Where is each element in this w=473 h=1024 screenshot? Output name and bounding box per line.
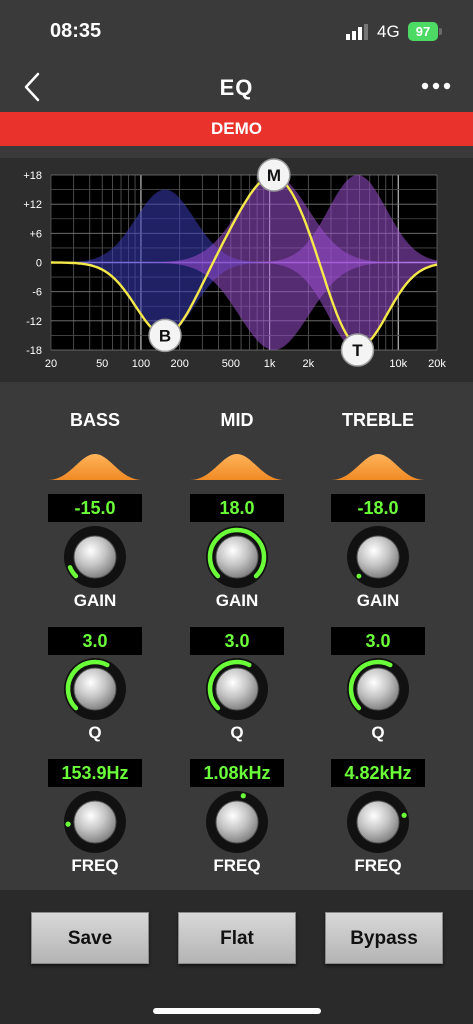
freq-label: FREQ [213, 856, 261, 875]
freq-label: FREQ [71, 856, 119, 875]
x-tick-label: 10k [389, 358, 407, 370]
band-shape-icon[interactable] [190, 450, 284, 482]
signal-icon [346, 24, 368, 40]
more-options-icon[interactable] [418, 74, 454, 98]
page-title: EQ [219, 75, 254, 100]
q-knob[interactable] [346, 657, 410, 721]
x-tick-label: 50 [96, 358, 108, 370]
eq-graph-canvas[interactable]: +18 +12 +6 0 -6 -12 -1820 50 100 200 500 1k 2k 10k 20k… [0, 158, 473, 382]
y-tick-label: +12 [23, 199, 42, 211]
battery-tip [439, 28, 442, 35]
band-node-label: M [267, 166, 281, 185]
y-tick-label: 0 [36, 258, 42, 270]
nav-bar: EQ [0, 62, 473, 112]
band-node-m[interactable]: M [257, 158, 291, 192]
x-tick-label: 200 [170, 358, 188, 370]
battery-level: 97 [415, 24, 431, 39]
status-time: 08:35 [50, 20, 102, 42]
gain-label: GAIN [215, 591, 259, 610]
band-node-t[interactable]: T [340, 333, 375, 367]
demo-banner: DEMO [0, 112, 473, 146]
band-column-mid: MID 18.0 GAIN 3.0 Q 1.08kHz FREQ [162, 392, 312, 890]
x-tick-label: 20k [428, 358, 446, 370]
band-column-treble: TREBLE -18.0 GAIN 3.0 Q 4.82kHz FREQ [303, 392, 453, 890]
knob-position-dot [401, 812, 407, 818]
band-controls: BASS -15.0 GAIN 3.0 Q 153.9Hz FREQ MID 18.0 GAIN 3… [0, 392, 473, 890]
band-node-label: B [159, 326, 171, 345]
knob-position-dot [65, 821, 71, 827]
save-button[interactable]: Save [31, 912, 149, 964]
q-value: 3.0 [48, 627, 142, 655]
gain-knob[interactable] [205, 525, 269, 589]
knob-position-dot [240, 793, 246, 799]
flat-button[interactable]: Flat [178, 912, 296, 964]
band-name: MID [220, 410, 254, 430]
q-knob[interactable] [63, 657, 127, 721]
band-name: BASS [69, 410, 120, 430]
band-node-b[interactable]: B [148, 318, 182, 353]
y-tick-label: +18 [23, 170, 42, 182]
eq-graph[interactable]: +18 +12 +6 0 -6 -12 -18 20 50 100 200 500 1k 2k 10k 20k… [0, 158, 473, 382]
x-tick-label: 20 [45, 358, 57, 370]
x-tick-label: 2k [303, 358, 315, 370]
gain-value: -18.0 [331, 494, 425, 522]
freq-knob[interactable] [346, 790, 410, 854]
status-bar: 08:35 4G 97 [0, 0, 473, 62]
knob-level-arc [356, 573, 362, 579]
freq-knob[interactable] [205, 790, 269, 854]
x-tick-label: 1k [264, 358, 276, 370]
band-name: TREBLE [342, 410, 414, 430]
freq-label: FREQ [354, 856, 402, 875]
band-shape-icon[interactable] [331, 450, 425, 482]
band-column-bass: BASS -15.0 GAIN 3.0 Q 153.9Hz FREQ [20, 392, 170, 890]
x-tick-label: 500 [222, 358, 240, 370]
gain-knob[interactable] [63, 525, 127, 589]
gain-knob[interactable] [346, 525, 410, 589]
battery-icon: 97 [408, 22, 438, 41]
freq-value: 4.82kHz [331, 759, 425, 787]
y-tick-label: +6 [29, 228, 42, 240]
bottom-bar: Save Flat Bypass [0, 890, 473, 1024]
band-node-label: T [352, 341, 363, 360]
freq-value: 1.08kHz [190, 759, 284, 787]
q-label: Q [88, 723, 102, 742]
network-label: 4G [377, 22, 400, 41]
bypass-button[interactable]: Bypass [325, 912, 443, 964]
band-shape-icon[interactable] [48, 450, 142, 482]
home-indicator [153, 1008, 321, 1014]
gain-label: GAIN [356, 591, 400, 610]
freq-value: 153.9Hz [48, 759, 142, 787]
gain-value: 18.0 [190, 494, 284, 522]
q-label: Q [371, 723, 385, 742]
q-value: 3.0 [190, 627, 284, 655]
x-tick-label: 100 [132, 358, 150, 370]
gain-label: GAIN [73, 591, 117, 610]
y-tick-label: -6 [32, 287, 42, 299]
y-tick-label: -12 [26, 316, 42, 328]
q-knob[interactable] [205, 657, 269, 721]
q-value: 3.0 [331, 627, 425, 655]
y-tick-label: -18 [26, 345, 42, 357]
freq-knob[interactable] [63, 790, 127, 854]
gain-value: -15.0 [48, 494, 142, 522]
q-label: Q [230, 723, 244, 742]
